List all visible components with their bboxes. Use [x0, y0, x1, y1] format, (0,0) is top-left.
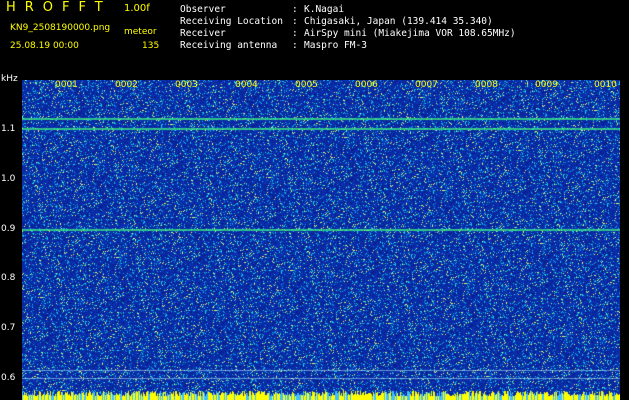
info-separator: :	[292, 40, 298, 51]
y-tick-label: 0.7	[1, 323, 16, 333]
x-tick-label: 0009	[535, 80, 558, 90]
y-tick-label: 1.1	[1, 124, 16, 134]
x-tick-label: 0002	[115, 80, 138, 90]
info-label: Receiver	[180, 28, 226, 39]
info-label: Observer	[180, 4, 226, 15]
y-tick-label: 0.9	[1, 224, 16, 234]
mode-label: meteor	[124, 27, 157, 37]
spectrogram-canvas	[22, 80, 620, 400]
info-separator: :	[292, 28, 298, 39]
x-tick-label: 0008	[475, 80, 498, 90]
info-value: K.Nagai	[304, 4, 345, 15]
x-tick-label: 0007	[415, 80, 438, 90]
x-tick-label: 0004	[235, 80, 258, 90]
y-tick-label: 0.6	[1, 373, 16, 383]
info-separator: :	[292, 4, 298, 15]
info-antenna: Receiving antenna: Maspro FM-3	[180, 40, 367, 51]
x-tick-label: 0003	[175, 80, 198, 90]
info-location: Receiving Location: Chigasaki, Japan (139…	[180, 16, 493, 27]
y-tick-label: 1.0	[1, 174, 16, 184]
app-title: HROFFT	[6, 0, 112, 15]
info-value: Chigasaki, Japan (139.414 35.340)	[304, 16, 493, 27]
x-tick-label: 0001	[55, 80, 78, 90]
info-separator: :	[292, 16, 298, 27]
info-value: AirSpy mini (Miakejima VOR 108.65MHz)	[304, 28, 516, 39]
info-observer: Observer: K.Nagai	[180, 4, 344, 15]
x-tick-label: 0010	[594, 80, 617, 90]
unit-label: kHz	[1, 74, 18, 84]
info-label: Receiving antenna	[180, 40, 278, 51]
x-tick-label: 0005	[295, 80, 318, 90]
y-tick-label: 0.8	[1, 273, 16, 283]
info-receiver: Receiver: AirSpy mini (Miakejima VOR 108.…	[180, 28, 516, 39]
datetime-label: 25.08.19 00:00	[10, 41, 79, 51]
x-tick-label: 0006	[355, 80, 378, 90]
info-label: Receiving Location	[180, 16, 283, 27]
count-label: 135	[142, 41, 160, 51]
filename-label: KN9_2508190000.png	[10, 23, 111, 33]
version-label: 1.00f	[124, 3, 150, 14]
info-value: Maspro FM-3	[304, 40, 367, 51]
